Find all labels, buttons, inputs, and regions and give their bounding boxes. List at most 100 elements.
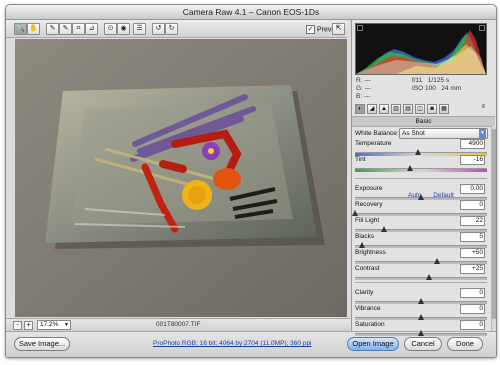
save-image-button[interactable]: Save Image...: [14, 337, 70, 351]
zoom-in-button[interactable]: +: [24, 321, 33, 330]
chevron-down-icon: ▼: [479, 129, 486, 138]
tint-slider-thumb[interactable]: [407, 165, 414, 171]
window-title: Camera Raw 4.1 – Canon EOS-1Ds: [182, 7, 320, 17]
title-bar: Camera Raw 4.1 – Canon EOS-1Ds: [6, 5, 496, 20]
image-preview[interactable]: [15, 39, 347, 317]
retouch-icon[interactable]: ⊙: [104, 23, 117, 35]
contrast-slider-row: Contrast +25: [355, 264, 487, 283]
fill-light-slider-thumb[interactable]: [381, 226, 388, 232]
zoom-value: 17.2%: [40, 321, 59, 328]
section-divider: [355, 178, 487, 179]
blacks-slider-thumb[interactable]: [358, 242, 365, 248]
tint-slider-row: Tint -16: [355, 155, 487, 174]
preferences-icon[interactable]: ☰: [133, 23, 146, 35]
tint-label: Tint: [355, 156, 366, 163]
temperature-slider-thumb[interactable]: [415, 149, 422, 155]
recovery-slider-thumb[interactable]: [352, 210, 358, 216]
recovery-value-field[interactable]: 0: [460, 200, 485, 210]
vibrance-slider-thumb[interactable]: [418, 314, 424, 320]
crop-icon[interactable]: ⌗: [72, 23, 85, 35]
temperature-label: Temperature: [355, 140, 392, 147]
exposure-value-field[interactable]: 0.00: [460, 184, 485, 194]
r-label: R:: [356, 77, 363, 84]
workflow-options-link[interactable]: ProPhoto RGB; 16 bit; 4064 by 2704 (11.0…: [153, 340, 312, 347]
histogram-graph: [356, 30, 486, 74]
clarity-value-field[interactable]: 0: [460, 288, 485, 298]
brightness-slider-thumb[interactable]: [433, 258, 440, 264]
contrast-label: Contrast: [355, 265, 380, 272]
color-sampler-icon[interactable]: ✎: [59, 23, 72, 35]
b-label: B:: [356, 93, 363, 100]
zoom-icon[interactable]: 🔍: [14, 23, 27, 35]
zoom-out-button[interactable]: -: [13, 321, 22, 330]
brightness-label: Brightness: [355, 249, 386, 256]
tab-hsl-icon[interactable]: ▥: [391, 104, 401, 114]
clarity-slider-thumb[interactable]: [418, 298, 424, 304]
exposure-info: f/11 1/125 s ISO 100 24 mm: [412, 77, 461, 93]
photo-preview: [15, 39, 347, 317]
focal-length: 24 mm: [441, 85, 462, 92]
rotate-left-icon[interactable]: ↺: [152, 23, 165, 35]
r-value: ---: [364, 77, 371, 84]
brightness-value-field[interactable]: +50: [460, 248, 485, 258]
red-eye-icon[interactable]: ◉: [117, 23, 130, 35]
panel-menu-icon[interactable]: ≡: [481, 104, 485, 110]
clarity-label: Clarity: [355, 289, 374, 296]
chevron-down-icon: ▼: [64, 322, 69, 328]
open-image-button[interactable]: Open Image: [347, 337, 399, 351]
cancel-button[interactable]: Cancel: [404, 337, 442, 351]
file-name: 001T80007.TIF: [156, 321, 201, 328]
contrast-slider-track[interactable]: [355, 277, 487, 280]
saturation-slider-thumb[interactable]: [418, 330, 424, 336]
blacks-value-field[interactable]: 5: [460, 232, 485, 242]
hand-icon[interactable]: ✋: [27, 23, 40, 35]
tab-lens-icon[interactable]: ◫: [415, 104, 425, 114]
exposure-slider-thumb[interactable]: [418, 194, 424, 200]
tab-detail-icon[interactable]: ▲: [379, 104, 389, 114]
straighten-icon[interactable]: ⊿: [85, 23, 98, 35]
white-balance-icon[interactable]: ✎: [46, 23, 59, 35]
rgb-readout: R: --- G: --- B: ---: [356, 77, 371, 101]
preview-checkbox[interactable]: ✓: [306, 25, 315, 34]
white-balance-label: White Balance:: [355, 130, 399, 137]
temperature-value-field[interactable]: 4900: [460, 139, 485, 149]
fill-light-value-field[interactable]: 22: [460, 216, 485, 226]
scroll-thumb[interactable]: [492, 129, 496, 319]
vibrance-value-field[interactable]: 0: [460, 304, 485, 314]
g-value: ---: [364, 85, 372, 92]
tint-slider-track[interactable]: [355, 168, 487, 172]
adjustments-panel: R: --- G: --- B: --- f/11 1/125 s ISO 10…: [351, 20, 496, 336]
white-balance-select[interactable]: As Shot ▼: [399, 128, 488, 139]
panel-scrollbar[interactable]: [491, 126, 496, 331]
contrast-value-field[interactable]: +25: [460, 264, 485, 274]
contrast-slider-thumb[interactable]: [425, 274, 432, 280]
zoom-level-select[interactable]: 17.2% ▼: [37, 320, 71, 330]
tab-split-toning-icon[interactable]: ▤: [403, 104, 413, 114]
recovery-label: Recovery: [355, 201, 383, 208]
aperture: f/11: [412, 77, 423, 84]
shutter-speed: 1/125 s: [427, 77, 450, 84]
tint-value-field[interactable]: -16: [460, 155, 485, 165]
iso: ISO 100: [412, 85, 436, 92]
histogram: [355, 23, 487, 75]
tab-tone-curve-icon[interactable]: ◢: [367, 104, 377, 114]
exposure-label: Exposure: [355, 185, 383, 192]
blacks-label: Blacks: [355, 233, 375, 240]
toolbar: 🔍 ✋ ✎ ✎ ⌗ ⊿ ⊙ ◉ ☰ ↺ ↻ ✓ Preview ⇱: [6, 20, 347, 38]
fullscreen-icon[interactable]: ⇱: [332, 23, 345, 35]
status-bar: - + 17.2% ▼ 001T80007.TIF: [6, 318, 350, 331]
section-title: Basic: [352, 116, 495, 127]
rotate-right-icon[interactable]: ↻: [165, 23, 178, 35]
tab-presets-icon[interactable]: ▦: [439, 104, 449, 114]
panel-tabs: ◐ ◢ ▲ ▥ ▤ ◫ ◙ ▦ ≡: [355, 104, 487, 114]
shadow-clipping-icon[interactable]: [357, 25, 363, 31]
g-label: G:: [356, 85, 363, 92]
highlight-clipping-icon[interactable]: [479, 25, 485, 31]
saturation-value-field[interactable]: 0: [460, 320, 485, 330]
vibrance-label: Vibrance: [355, 305, 381, 312]
done-button[interactable]: Done: [447, 337, 483, 351]
white-balance-value: As Shot: [402, 130, 425, 137]
section-divider: [355, 282, 487, 283]
tab-camera-calibration-icon[interactable]: ◙: [427, 104, 437, 114]
tab-basic-icon[interactable]: ◐: [355, 104, 365, 114]
